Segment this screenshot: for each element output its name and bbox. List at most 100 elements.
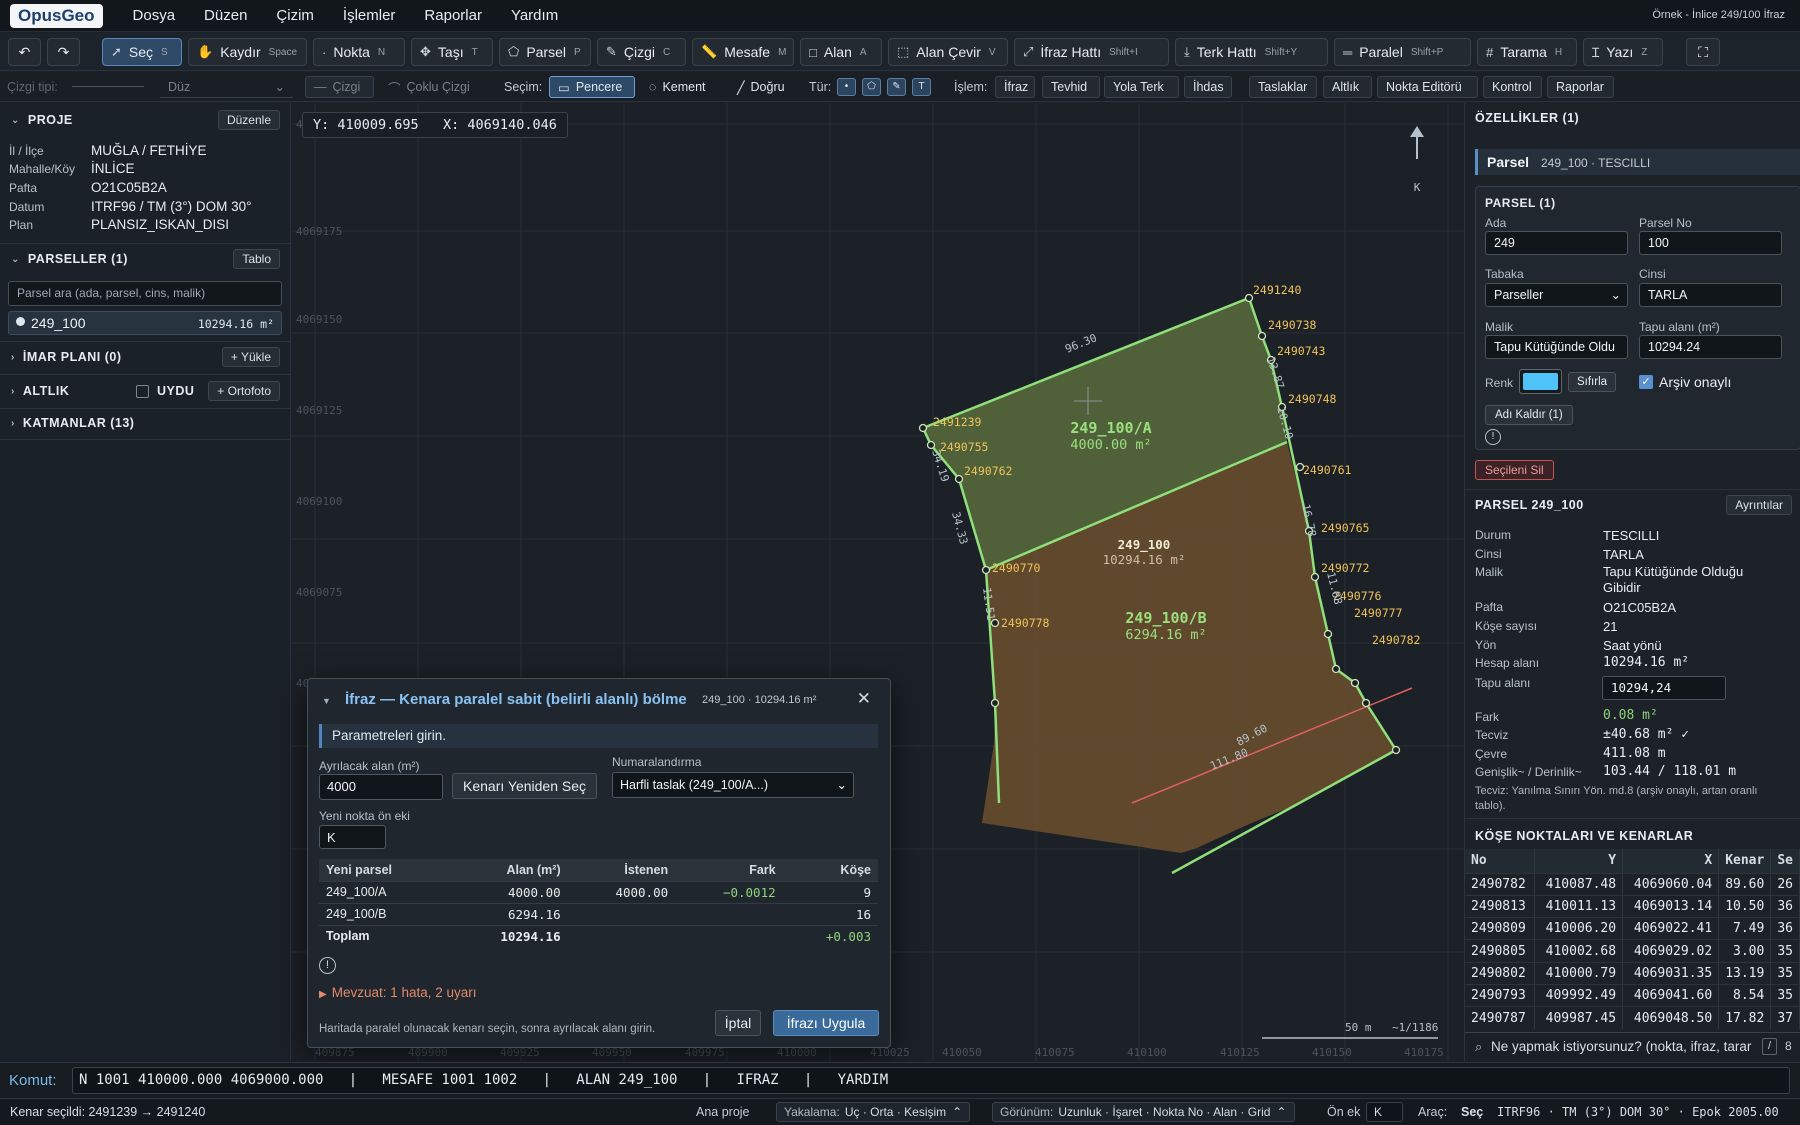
table-row[interactable]: 2490787 409987.45 4069048.50 17.82 37 [1465, 1006, 1800, 1030]
tapu-area-input[interactable]: 10294.24 [1639, 335, 1782, 359]
table-row[interactable]: 2490802 410000.79 4069031.35 13.19 35 [1465, 961, 1800, 985]
taslaklar-button[interactable]: Taslaklar [1249, 76, 1317, 98]
command-input[interactable]: N 1001 410000.000 4069000.000 | MESAFE 1… [72, 1067, 1790, 1094]
uydu-checkbox[interactable] [136, 385, 149, 398]
view-selector[interactable]: Görünüm: Uzunluk · İşaret · Nokta No · Al… [992, 1102, 1295, 1122]
warning-info-icon[interactable]: ! [319, 957, 336, 974]
table-row[interactable]: 2490793 409992.49 4069041.60 8.54 35 [1465, 983, 1800, 1007]
layers-section-header[interactable]: › KATMANLAR (13) [0, 409, 290, 437]
mode-coklu-cizgi-button[interactable]: ⌒ Çoklu Çizgi [380, 76, 490, 98]
tool-ifraz-hatti-button[interactable]: ⤢ İfraz Hattı Shift+I [1014, 38, 1169, 66]
type-parcel-toggle[interactable]: ⬠ [862, 78, 881, 96]
apply-ifraz-button[interactable]: İfrazı Uygula [773, 1010, 879, 1036]
details-button[interactable]: Ayrıntılar [1726, 495, 1792, 515]
archive-checkbox[interactable]: ✓ [1639, 375, 1653, 389]
remove-name-button[interactable]: Adı Kaldır (1) [1485, 405, 1573, 425]
menu-duzen[interactable]: Düzen [204, 7, 247, 24]
malik-input[interactable]: Tapu Kütüğünde Oldu [1485, 335, 1628, 359]
close-icon[interactable]: ✕ [857, 689, 871, 709]
legislation-toggle[interactable]: ▶ Mevzuat: 1 hata, 2 uyarı [319, 985, 477, 1000]
altlik-button[interactable]: Altlık [1323, 76, 1372, 98]
table-row[interactable]: 2490782 410087.48 4069060.04 89.60 26 [1465, 872, 1800, 896]
menu-islemler[interactable]: İşlemler [343, 7, 396, 24]
cinsi-input[interactable]: TARLA [1639, 283, 1782, 307]
selected-item-row[interactable]: Parsel 249_100 · TESCILLI [1475, 149, 1800, 175]
fullscreen-button[interactable]: ⛶ [1686, 38, 1720, 66]
tapu-area-value-field[interactable]: 10294,24 [1602, 676, 1726, 700]
reselect-edge-button[interactable]: Kenarı Yeniden Seç [452, 773, 597, 799]
parcel-search-input[interactable]: Parsel ara (ada, parsel, cins, malik) [8, 281, 282, 306]
cancel-button[interactable]: İptal [715, 1010, 761, 1036]
info-icon[interactable]: ! [1485, 429, 1501, 445]
type-line-toggle[interactable]: ✎ [887, 78, 906, 96]
raporlar-button[interactable]: Raporlar [1547, 76, 1614, 98]
table-button[interactable]: Tablo [233, 249, 280, 269]
ask-assistant-bar[interactable]: ⌕ Ne yapmak istiyorsunuz? (nokta, ifraz,… [1465, 1032, 1800, 1060]
project-section-header[interactable]: ⌄ PROJE Düzenle [0, 106, 290, 134]
table-row[interactable]: 2490813 410011.13 4069013.14 10.50 36 [1465, 894, 1800, 918]
type-point-toggle[interactable]: • [837, 78, 856, 96]
tool-alan-cevir-button[interactable]: ⬚ Alan Çevir V [888, 38, 1008, 66]
y-tick: 4069150 [296, 313, 342, 326]
undo-button[interactable]: ↶ [8, 38, 41, 66]
imar-section-header[interactable]: › İMAR PLANI (0) + Yükle [0, 343, 290, 371]
table-row[interactable]: 2490805 410002.68 4069029.02 3.00 35 [1465, 939, 1800, 963]
altlik-section-header[interactable]: › ALTLIK UYDU + Ortofoto [0, 377, 290, 405]
tool-tarama-button[interactable]: # Tarama H [1477, 38, 1577, 66]
tool-cizgi-button[interactable]: ✎ Çizgi C [597, 38, 686, 66]
nokta-editoru-button[interactable]: Nokta Editörü [1377, 76, 1478, 98]
tool-parsel-button[interactable]: ⬠ Parsel P [499, 38, 591, 66]
menu-yardim[interactable]: Yardım [511, 7, 558, 24]
tool-sec-button[interactable]: ➚ Seç S [102, 38, 182, 66]
ada-input[interactable]: 249 [1485, 231, 1628, 255]
tool-paralel-button[interactable]: ═ Paralel Shift+P [1334, 38, 1471, 66]
line-style-select[interactable]: Düz ⌄ [160, 76, 293, 98]
tool-nokta-button[interactable]: · Nokta N [313, 38, 405, 66]
selection-kement-button[interactable]: ◌ Kement [641, 76, 717, 98]
process-tevhid-button[interactable]: Tevhid [1042, 76, 1100, 98]
redo-button[interactable]: ↷ [47, 38, 80, 66]
tabaka-select[interactable]: Parseller ⌄ [1485, 283, 1628, 307]
tool-mesafe-button[interactable]: 📏 Mesafe M [692, 38, 794, 66]
collapse-triangle-icon[interactable]: ▼ [322, 696, 331, 706]
snap-selector[interactable]: Yakalama: Uç · Orta · Kesişim ⌃ [776, 1102, 971, 1122]
prefix-input[interactable]: K [319, 825, 386, 849]
cell-corners: +0.003 [782, 924, 878, 947]
kontrol-button[interactable]: Kontrol [1483, 76, 1542, 98]
table-row[interactable]: 249_100/B 6294.16 16 [319, 902, 878, 925]
process-yola-terk-button[interactable]: Yola Terk [1104, 76, 1179, 98]
ortofoto-button[interactable]: + Ortofoto [208, 381, 280, 401]
table-row[interactable]: 2490809 410006.20 4069022.41 7.49 36 [1465, 917, 1800, 940]
detail-key: Pafta [1475, 600, 1504, 614]
process-ihdas-button[interactable]: İhdas [1184, 76, 1232, 98]
upload-button[interactable]: + Yükle [221, 347, 280, 367]
mode-cizgi-button[interactable]: — Çizgi [305, 76, 374, 98]
delete-selected-button[interactable]: Seçileni Sil [1475, 460, 1554, 480]
reset-color-button[interactable]: Sıfırla [1568, 372, 1617, 392]
tool-alan-button[interactable]: □ Alan A [800, 38, 882, 66]
menu-dosya[interactable]: Dosya [133, 7, 176, 24]
parsel-no-input[interactable]: 100 [1639, 231, 1782, 255]
menu-cizim[interactable]: Çizim [276, 7, 314, 24]
cell: 2490787 [1465, 1006, 1535, 1030]
fullscreen-icon: ⛶ [1698, 43, 1708, 60]
selection-dogru-button[interactable]: ╱ Doğru [729, 76, 801, 98]
edit-project-button[interactable]: Düzenle [217, 110, 280, 130]
prefix-status-input[interactable]: K [1366, 1102, 1403, 1122]
type-text-toggle[interactable]: T [912, 78, 931, 96]
color-picker[interactable] [1519, 369, 1562, 394]
numbering-select[interactable]: Harfli taslak (249_100/A...) ⌄ [612, 772, 854, 798]
parcel-list-item[interactable]: 249_100 10294.16 m² [8, 311, 282, 335]
tool-kaydir-button[interactable]: ✋ Kaydır Space [188, 38, 307, 66]
tool-yazi-button[interactable]: Ɪ Yazı Z [1583, 38, 1663, 66]
tool-tasi-button[interactable]: ✥ Taşı T [411, 38, 493, 66]
tool-terk-hatti-button[interactable]: ⤓ Terk Hattı Shift+Y [1175, 38, 1328, 66]
menu-raporlar[interactable]: Raporlar [424, 7, 482, 24]
cell: 10.50 [1718, 894, 1772, 918]
selection-pencere-button[interactable]: ▭ Pencere [549, 76, 635, 98]
area-input[interactable]: 4000 [319, 774, 443, 800]
process-ifraz-button[interactable]: İfraz [995, 76, 1035, 98]
ask-input[interactable]: Ne yapmak istiyorsunuz? (nokta, ifraz, t… [1491, 1039, 1751, 1054]
table-row[interactable]: 249_100/A 4000.00 4000.00 −0.0012 9 [319, 880, 878, 903]
parcels-section-header[interactable]: ⌄ PARSELLER (1) Tablo [0, 245, 290, 273]
